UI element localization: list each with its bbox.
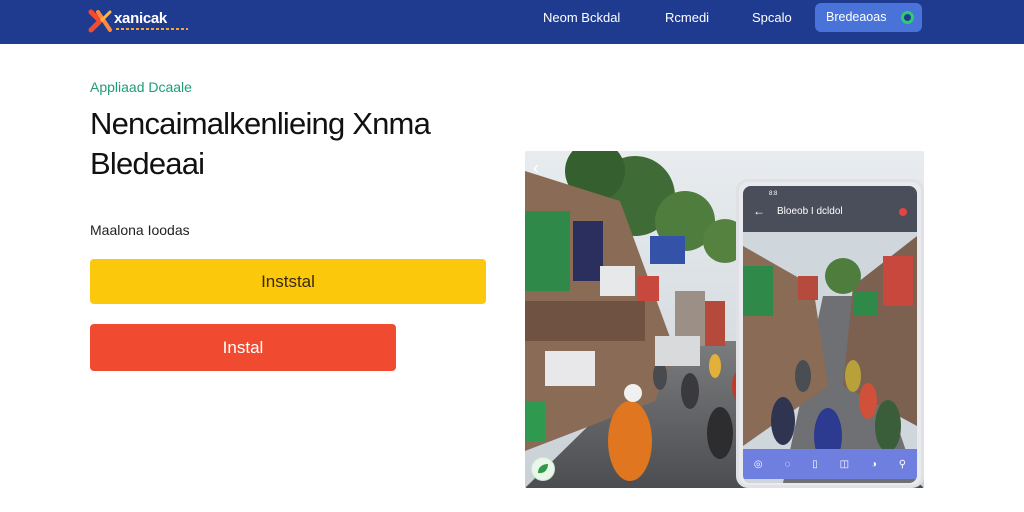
logo-tagline <box>116 28 188 30</box>
phone-menu-icon[interactable] <box>899 208 907 216</box>
phone-nav-grid-icon[interactable]: ▯ <box>812 459 818 470</box>
eyebrow-label: Appliaad Dcaale <box>90 79 192 95</box>
header-cta-label: Bredeaoas <box>826 10 887 24</box>
toggle-dot-icon <box>901 11 914 24</box>
leaf-badge-icon <box>531 457 555 481</box>
nav-link-3[interactable]: Spcalo <box>752 10 792 25</box>
subtitle-text: Maalona Ioodas <box>90 222 190 238</box>
header-cta-button[interactable]: Bredeaoas <box>815 3 922 32</box>
phone-screen: 8:8 ← Bloeob I dcldol ◎ ◌ ▯ ◫ ◑ ⚲ <box>743 186 917 483</box>
nav-link-2[interactable]: Rcmedi <box>665 10 709 25</box>
install-secondary-button[interactable]: Instal <box>90 324 396 371</box>
nav-link-1[interactable]: Neom Bckdal <box>543 10 620 25</box>
phone-back-icon[interactable]: ← <box>753 204 765 218</box>
phone-app-title: Bloeob I dcldol <box>777 206 843 217</box>
back-arrow-icon[interactable]: ‹ <box>533 158 539 179</box>
install-primary-button[interactable]: Inststal <box>90 259 486 304</box>
page-title: Nencaimalkenlieing Xnma Bledeaai <box>90 106 431 181</box>
phone-bottom-nav: ◎ ◌ ▯ ◫ ◑ ⚲ <box>743 449 917 479</box>
brand-logo[interactable]: xanicak <box>88 6 198 36</box>
phone-app-header: 8:8 ← Bloeob I dcldol <box>743 186 917 232</box>
top-navbar: xanicak Neom Bckdal Rcmedi Spcalo Bredea… <box>0 0 1024 44</box>
phone-nav-chat-icon[interactable]: ◑ <box>871 459 877 470</box>
phone-nav-map-icon[interactable]: ◫ <box>840 459 849 470</box>
phone-nav-profile-icon[interactable]: ⚲ <box>899 459 906 470</box>
phone-nav-home-icon[interactable]: ◎ <box>754 459 763 470</box>
logo-x-icon <box>88 9 112 33</box>
phone-mockup: 8:8 ← Bloeob I dcldol ◎ ◌ ▯ ◫ ◑ ⚲ <box>736 179 924 488</box>
phone-nav-search-icon[interactable]: ◌ <box>784 459 790 470</box>
phone-status-time: 8:8 <box>769 191 778 197</box>
logo-text: xanicak <box>114 10 167 27</box>
